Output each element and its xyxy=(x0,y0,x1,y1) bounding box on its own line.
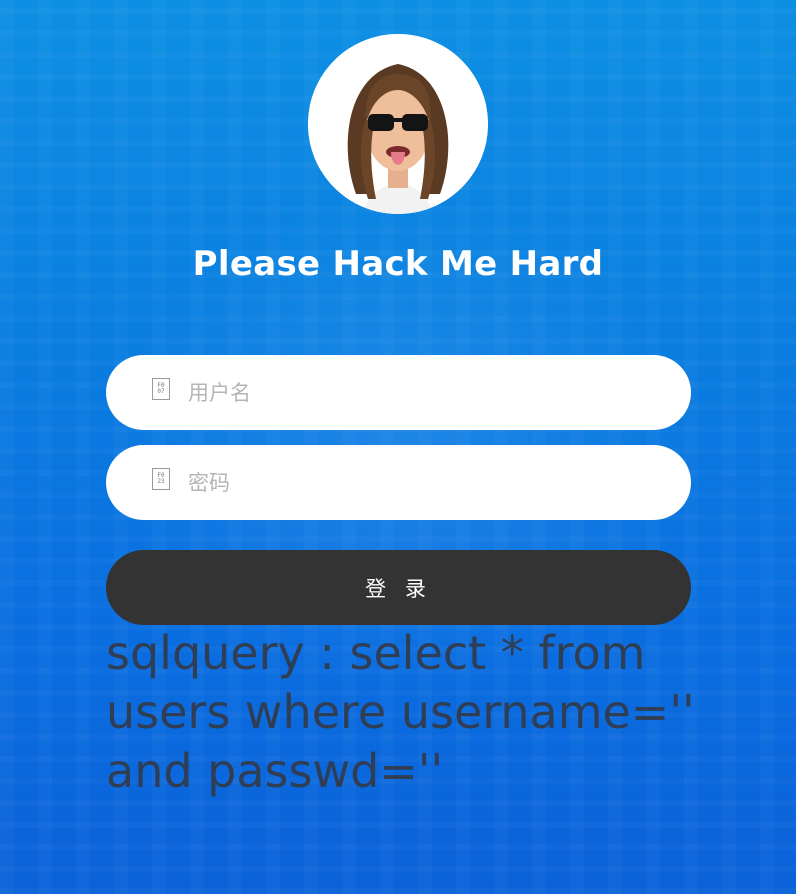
password-input[interactable] xyxy=(186,463,660,503)
lock-icon: F0 23 xyxy=(152,468,170,490)
login-button[interactable]: 登 录 xyxy=(106,550,691,625)
password-field[interactable]: F0 23 xyxy=(106,445,691,520)
username-input[interactable] xyxy=(186,373,660,413)
avatar xyxy=(308,34,488,214)
user-icon: F0 07 xyxy=(152,378,170,400)
username-field[interactable]: F0 07 xyxy=(106,355,691,430)
sql-query-text: sqlquery : select * from users where use… xyxy=(106,626,695,798)
page-title: Please Hack Me Hard xyxy=(192,244,604,284)
avatar-photo xyxy=(308,34,488,214)
